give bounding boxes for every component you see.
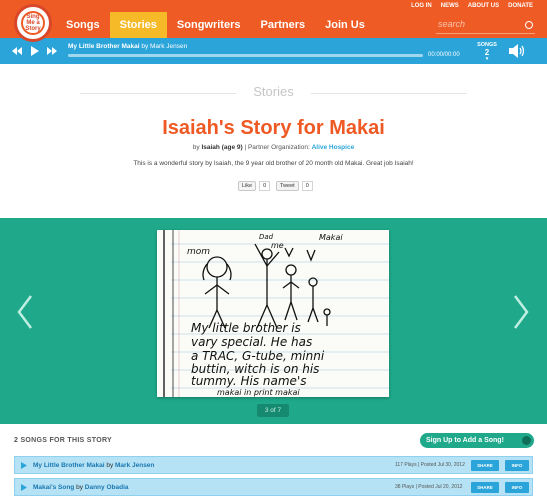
drawing-line-5: tummy. His name's [191,374,307,388]
tweet-button[interactable]: Tweet [276,181,299,191]
song-title: Makai's Song by Danny Obadia [33,484,129,491]
song-name[interactable]: Makai's Song [33,484,74,491]
search-placeholder: search [438,19,466,29]
drawing-label-dad: Dad [259,233,274,241]
share-button[interactable]: SHARE [471,482,499,493]
previous-icon[interactable] [12,47,22,55]
partner-prefix: | Partner Organization: [244,144,310,151]
story-drawing: mom Dad me Makai My little brother is va… [157,230,389,397]
like-button[interactable]: Like [238,181,257,191]
logo-mark: Sing Me a Story [21,11,45,35]
chevron-right-icon[interactable] [512,294,530,330]
byline: by Isaiah (age 9) | Partner Organization… [0,144,547,151]
top-links: LOG IN NEWS ABOUT US DONATE [411,3,533,9]
drawing-label-makai: Makai [319,233,343,242]
top-bar: LOG IN NEWS ABOUT US DONATE Songs Storie… [0,0,547,38]
byline-prefix: by [192,144,200,151]
info-button[interactable]: INFO [505,460,529,471]
now-playing: My Little Brother Makai by Mark Jensen [68,43,187,50]
play-icon[interactable] [31,46,39,56]
drawing-label-me: me [271,241,284,250]
next-icon[interactable] [47,47,57,55]
play-icon[interactable] [19,461,28,470]
news-link[interactable]: NEWS [441,3,459,9]
song-row[interactable]: Makai's Song by Danny Obadia 38 Plays | … [14,478,533,496]
share-button[interactable]: SHARE [471,460,499,471]
songs-count-value: 2 [484,48,490,57]
page-title: Isaiah's Story for Makai [162,117,385,139]
site-logo[interactable]: Sing Me a Story [14,4,52,42]
song-artist[interactable]: Danny Obadia [85,484,129,491]
story-description: This is a wonderful story by Isaiah, the… [133,160,414,167]
main-nav: Songs Stories Songwriters Partners Join … [56,12,375,38]
song-name[interactable]: My Little Brother Makai [33,462,105,469]
twitter-tweet[interactable]: Tweet 0 [276,181,313,191]
progress-bar[interactable] [68,54,423,57]
song-title: My Little Brother Makai by Mark Jensen [33,462,154,469]
section-label: Stories [253,84,294,99]
song-meta: 38 Plays | Posted Jul 20, 2012 [395,484,463,490]
volume-icon[interactable] [508,43,526,59]
story-gallery: mom Dad me Makai My little brother is va… [0,218,547,424]
nav-stories[interactable]: Stories [109,12,167,38]
drawing-line-6: makai in print makai [217,388,300,397]
audio-player: My Little Brother Makai by Mark Jensen 0… [0,38,547,64]
nav-join-us[interactable]: Join Us [315,12,375,38]
search-input[interactable]: search [436,19,535,34]
song-by: by [106,462,114,469]
songs-count[interactable]: SONGS 2 ▾ [475,42,499,63]
gallery-counter: 3 of 7 [257,404,289,417]
songs-heading: 2 SONGS FOR THIS STORY [14,437,113,444]
now-playing-song[interactable]: My Little Brother Makai [68,43,140,50]
drawing-label-mom: mom [187,247,210,257]
signup-label: Sign Up to Add a Song! [426,437,504,444]
play-icon[interactable] [19,483,28,492]
song-by: by [76,484,83,491]
chevron-left-icon[interactable] [16,294,34,330]
player-time: 00:00/00:00 [428,52,460,58]
like-count: 0 [259,181,271,191]
drawing-lines: mom Dad me Makai My little brother is va… [157,230,389,397]
login-link[interactable]: LOG IN [411,3,432,9]
drawing-line-3: a TRAC, G-tube, minni [191,349,325,363]
song-artist[interactable]: Mark Jensen [115,462,154,469]
tweet-count: 0 [301,181,313,191]
partner-link[interactable]: Alive Hospice [312,144,355,151]
song-meta: 117 Plays | Posted Jul 30, 2012 [395,462,465,468]
info-button[interactable]: INFO [505,482,529,493]
section-divider-right [311,93,467,94]
signup-button[interactable]: Sign Up to Add a Song! [420,433,534,448]
chevron-down-icon: ▾ [485,56,489,62]
now-playing-artist: by Mark Jensen [141,43,188,50]
facebook-like[interactable]: Like 0 [238,181,271,191]
nav-songs[interactable]: Songs [56,12,110,38]
about-us-link[interactable]: ABOUT US [468,3,499,9]
song-row[interactable]: My Little Brother Makai by Mark Jensen 1… [14,456,533,474]
nav-songwriters[interactable]: Songwriters [167,12,251,38]
donate-link[interactable]: DONATE [508,3,533,9]
nav-partners[interactable]: Partners [251,12,316,38]
author-name: Isaiah (age 9) [201,144,243,151]
drawing-line-2: vary special. He has [191,335,312,349]
search-icon[interactable] [525,21,533,29]
drawing-line-1: My little brother is [191,321,301,335]
player-controls [12,46,57,56]
music-icon [522,436,531,445]
